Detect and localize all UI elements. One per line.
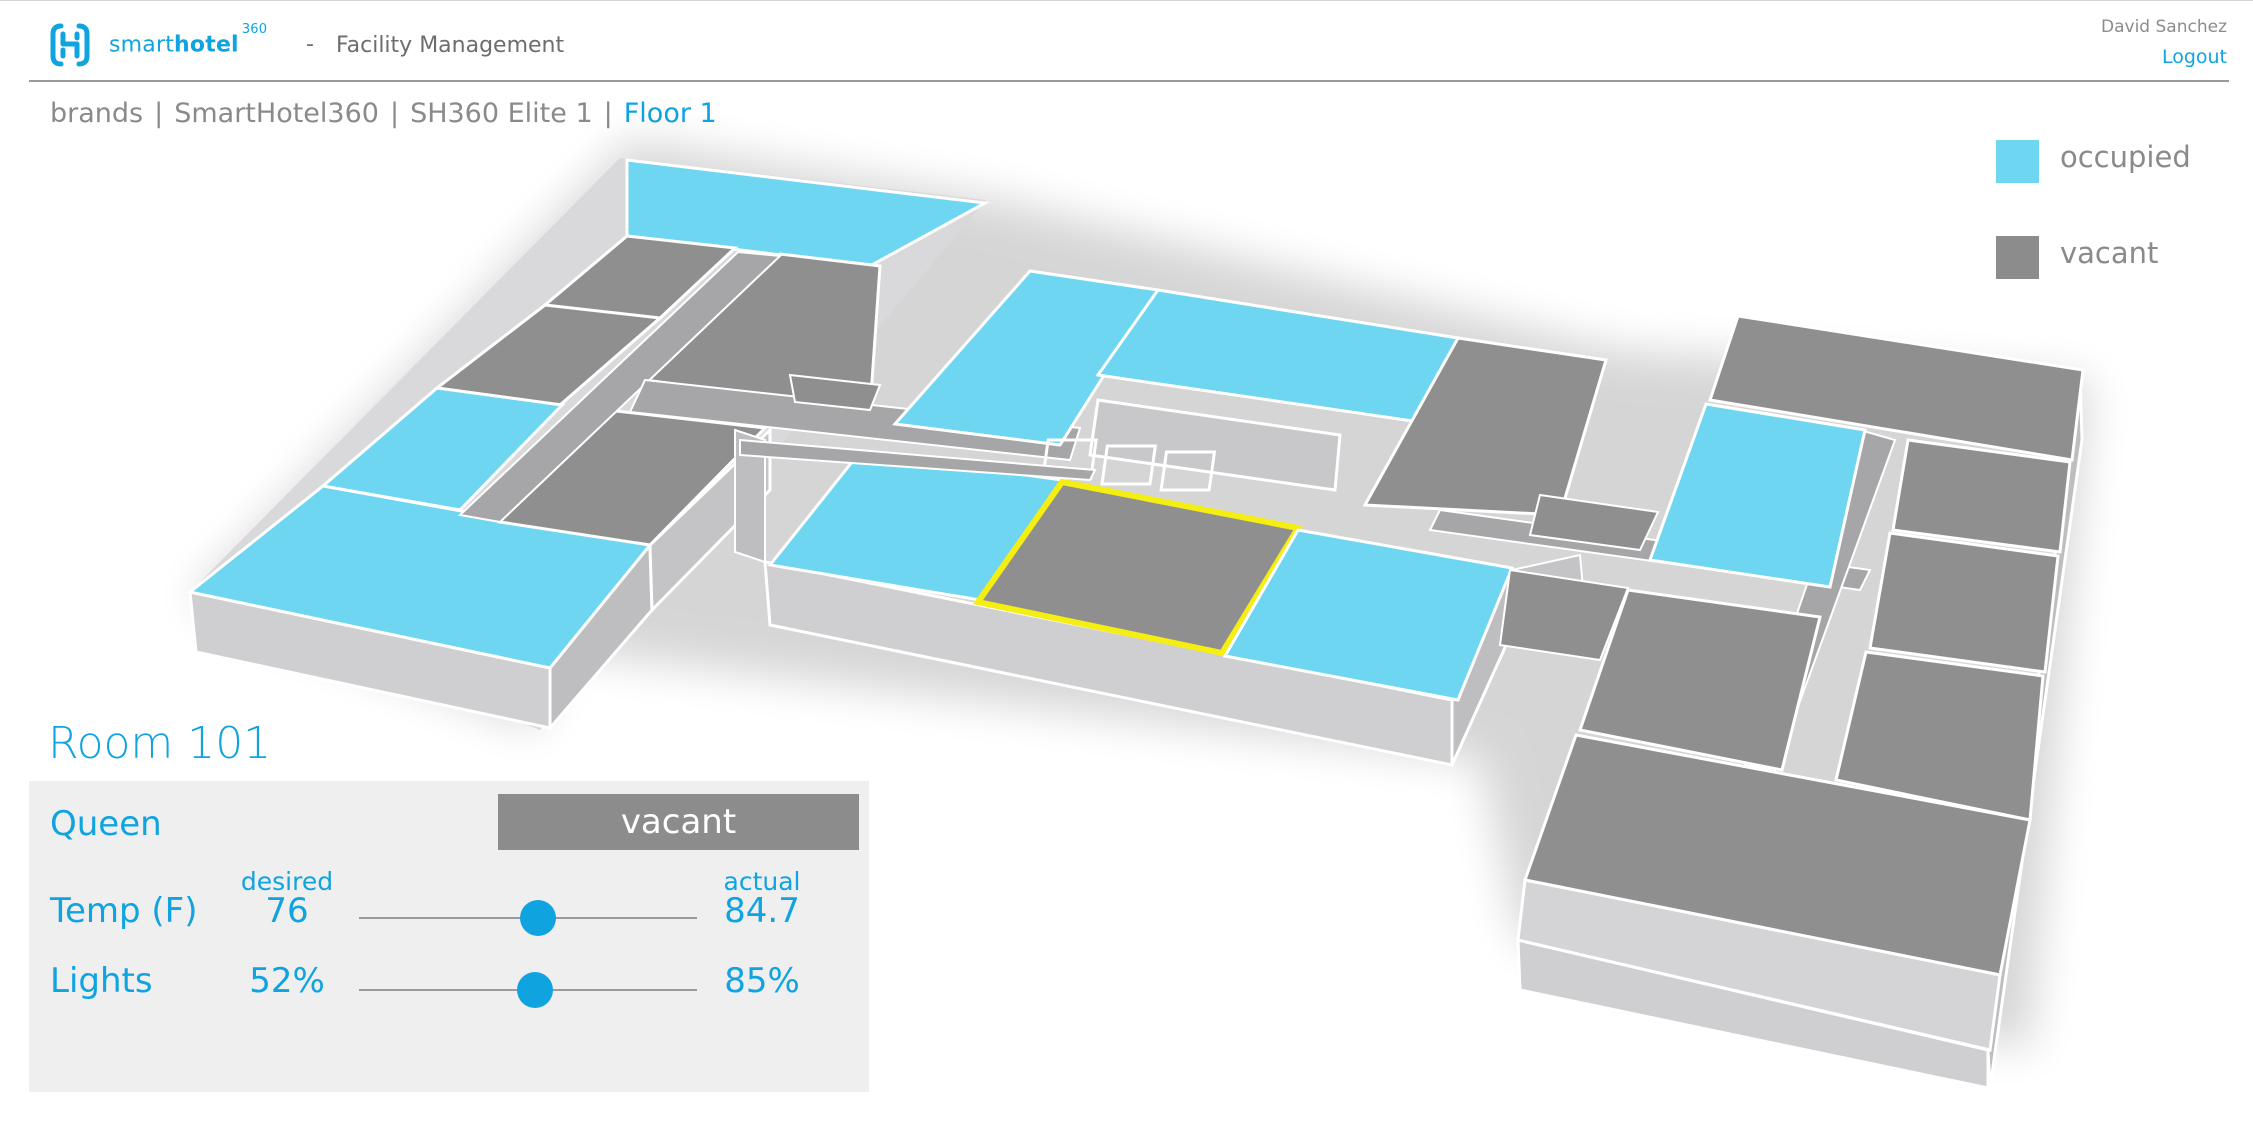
lights-desired-value: 52% xyxy=(249,961,325,1001)
temp-label: Temp (F) xyxy=(50,891,198,931)
vacant-swatch xyxy=(1996,236,2039,279)
temp-slider[interactable] xyxy=(359,900,697,936)
temp-slider-thumb[interactable] xyxy=(520,900,557,936)
lights-label: Lights xyxy=(50,961,153,1001)
room-title: Room 101 xyxy=(48,718,272,769)
lights-slider-thumb[interactable] xyxy=(516,972,553,1008)
vacant-label: vacant xyxy=(2060,236,2159,270)
room-details-panel: Queen vacant desired actual Temp (F) 76 … xyxy=(29,781,869,1092)
occupied-swatch xyxy=(1996,140,2039,183)
room-floor[interactable] xyxy=(1868,531,2060,674)
app-page: smarthotel360 - Facility Management Davi… xyxy=(0,0,2253,1136)
room-type: Queen xyxy=(50,804,162,844)
room-status-badge: vacant xyxy=(498,794,859,850)
lights-actual-value: 85% xyxy=(724,961,800,1001)
occupied-label: occupied xyxy=(2060,140,2191,174)
lights-slider[interactable] xyxy=(359,972,697,1008)
temp-actual-value: 84.7 xyxy=(724,891,800,931)
temp-desired-value: 76 xyxy=(265,891,309,931)
